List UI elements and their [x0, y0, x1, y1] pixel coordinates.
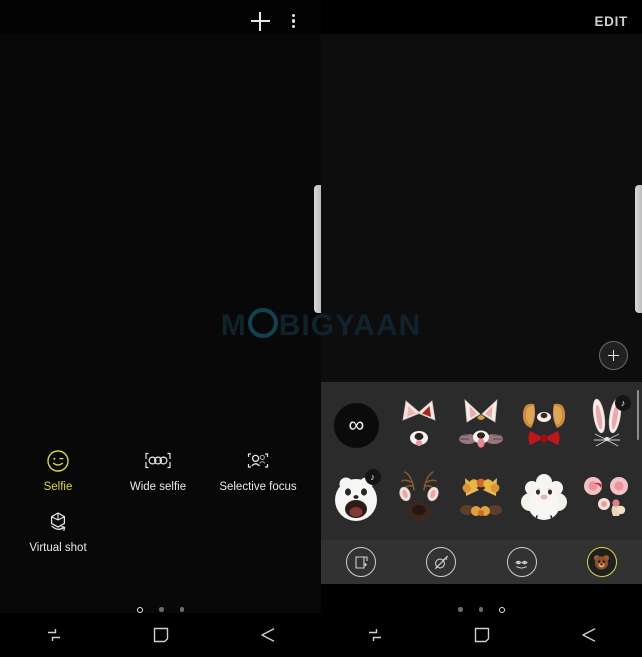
selective-focus-icon [208, 446, 308, 476]
recents-icon [368, 629, 381, 641]
effect-toolbar [321, 540, 642, 584]
recents-icon [47, 629, 60, 641]
page-dot[interactable] [159, 607, 164, 612]
overflow-menu-icon [292, 11, 296, 30]
page-dot[interactable] [499, 607, 505, 613]
virtual-shot-cube-icon [8, 507, 108, 537]
camera-mode-grid: Selfie Wide selfie Selective focus Virtu… [0, 440, 321, 554]
sticker-deer[interactable] [388, 465, 451, 533]
makeup-face-icon [506, 547, 537, 577]
makeup-effect-button[interactable] [482, 547, 562, 577]
sticker-cat-ears[interactable] [388, 391, 451, 459]
sticker-no-filter[interactable]: ∞ [325, 391, 388, 459]
plus-icon [250, 11, 270, 31]
infinity-icon: ∞ [348, 412, 365, 437]
mask-effect-button[interactable] [562, 547, 642, 577]
cat-ears-mask-icon [402, 400, 436, 446]
left-top-bar [0, 0, 321, 42]
home-square-icon [474, 627, 489, 643]
sticker-bunny-ears[interactable]: ♪ [575, 391, 638, 459]
home-button[interactable] [107, 625, 214, 645]
mode-item-virtual-shot[interactable]: Virtual shot [8, 493, 108, 554]
mode-item-selfie[interactable]: Selfie [8, 440, 108, 493]
sticker-dog-bowtie[interactable] [513, 391, 576, 459]
home-square-icon [153, 627, 168, 643]
more-options-button[interactable] [277, 4, 311, 38]
mode-item-wide-selfie[interactable]: Wide selfie [108, 440, 208, 493]
photo-frame-stamp-icon [346, 547, 377, 577]
sticker-fox-ears[interactable] [450, 391, 513, 459]
sticker-panda-face[interactable]: ♪ [325, 465, 388, 533]
left-phone-panel: Selfie Wide selfie Selective focus Virtu… [0, 0, 321, 657]
sticker-autumn-crown[interactable] [450, 465, 513, 533]
back-arrow-icon [581, 628, 595, 642]
plus-circle-icon [608, 350, 619, 361]
beauty-wand-icon [426, 547, 457, 577]
sticker-tray[interactable]: ∞ ♪ ♪ [321, 382, 642, 540]
recents-button[interactable] [0, 625, 107, 645]
cherry-blossom-mask-icon [583, 477, 628, 516]
sticker-preview-viewfinder[interactable] [321, 34, 642, 382]
deer-mask-icon [399, 471, 439, 522]
camera-viewfinder[interactable] [0, 34, 321, 657]
no-filter-circle: ∞ [333, 402, 379, 448]
sticker-sound-badge: ♪ [364, 469, 381, 485]
sticker-row: ♪ [325, 462, 638, 536]
back-button[interactable] [535, 625, 642, 645]
mode-label: Selfie [43, 481, 73, 493]
sheep-mask-icon [521, 474, 568, 523]
page-dot[interactable] [478, 607, 483, 612]
back-arrow-icon [260, 628, 274, 642]
add-mode-button[interactable] [243, 4, 277, 38]
right-phone-panel: EDIT ∞ ♪ ♪ [321, 0, 642, 657]
fox-ears-mask-icon [459, 398, 504, 448]
right-top-bar: EDIT [321, 0, 642, 42]
sticker-sheep[interactable] [513, 465, 576, 533]
right-page-indicator [321, 607, 642, 613]
edit-button[interactable]: EDIT [594, 14, 632, 29]
mode-label: Selective focus [219, 481, 297, 493]
page-dot[interactable] [179, 607, 184, 612]
mode-item-selective-focus[interactable]: Selective focus [208, 440, 308, 493]
screenshot-root: Selfie Wide selfie Selective focus Virtu… [0, 0, 642, 657]
sticker-cherry-blossom[interactable] [575, 465, 638, 533]
dog-ears-bowtie-mask-icon [522, 403, 566, 445]
edge-panel-handle[interactable] [635, 185, 642, 313]
smiley-face-icon [8, 446, 108, 476]
page-dot[interactable] [458, 607, 463, 612]
edge-panel-handle[interactable] [314, 185, 321, 313]
left-navigation-bar [0, 613, 321, 657]
recents-button[interactable] [321, 625, 428, 645]
bear-mask-icon [586, 547, 617, 577]
camera-mode-row: Selfie Wide selfie Selective focus [8, 440, 313, 493]
add-sticker-button[interactable] [599, 341, 628, 370]
camera-mode-row: Virtual shot [8, 493, 313, 554]
autumn-flower-crown-mask-icon [460, 478, 503, 516]
wide-selfie-icon [108, 446, 208, 476]
back-button[interactable] [214, 625, 321, 645]
right-navigation-bar [321, 613, 642, 657]
sticker-sound-badge: ♪ [614, 395, 631, 411]
beauty-effect-button[interactable] [401, 547, 481, 577]
mode-label: Wide selfie [129, 481, 187, 493]
sticker-row: ∞ ♪ [325, 388, 638, 462]
mode-label: Virtual shot [29, 542, 87, 554]
home-button[interactable] [428, 625, 535, 645]
stickers-frame-button[interactable] [321, 547, 401, 577]
